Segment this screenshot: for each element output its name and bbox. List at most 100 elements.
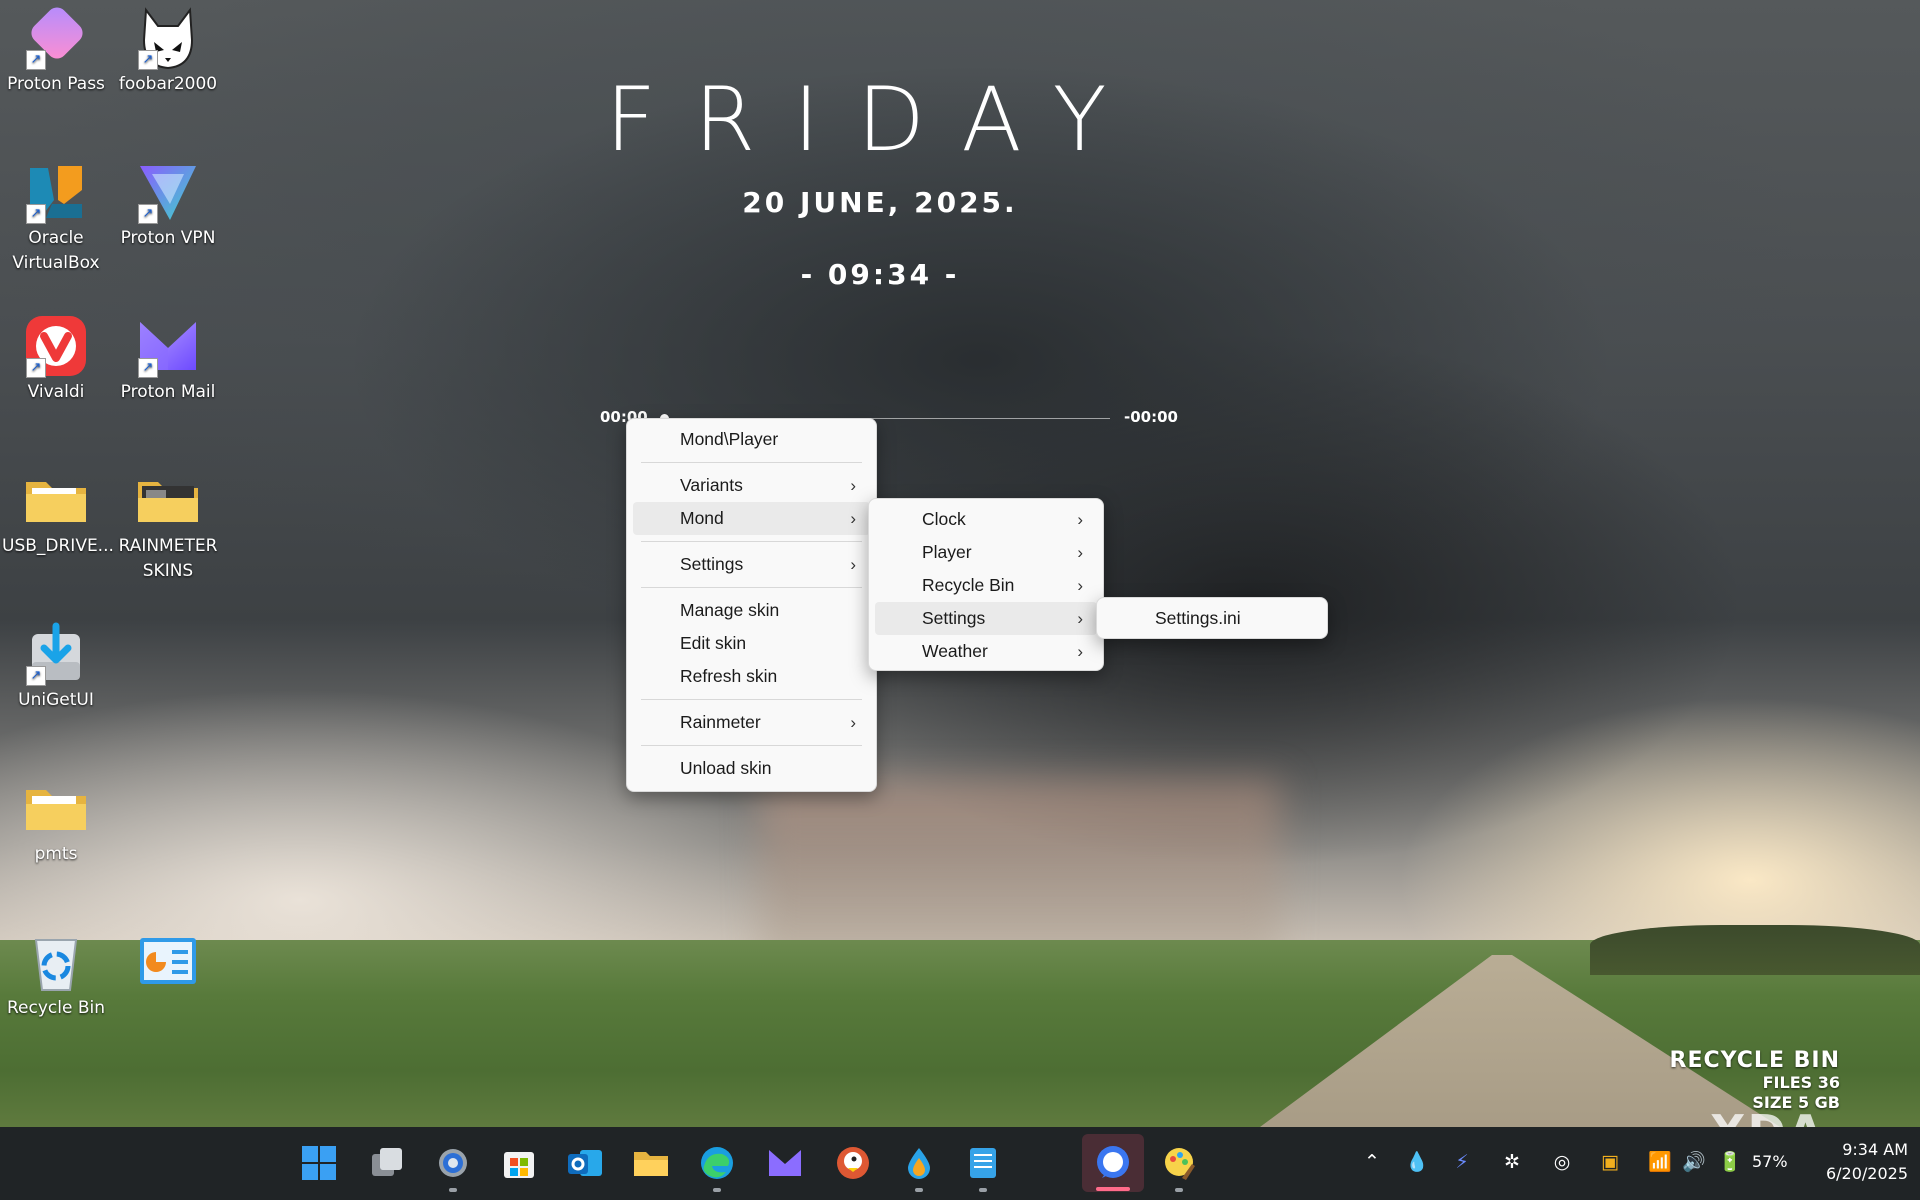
menu-separator <box>641 541 862 542</box>
proton-mail-icon[interactable] <box>766 1144 804 1182</box>
menu-item-edit-skin[interactable]: Edit skin <box>633 627 870 660</box>
virtualbox-icon: ↗ <box>24 160 88 224</box>
edge-icon[interactable] <box>698 1144 736 1182</box>
menu-item-settings[interactable]: Settings › <box>633 548 870 581</box>
menu-item-label: Manage skin <box>680 600 780 620</box>
shortcut-arrow-icon: ↗ <box>138 50 158 70</box>
menu-item-unload-skin[interactable]: Unload skin <box>633 752 870 785</box>
menu-item-weather[interactable]: Weather › <box>875 635 1097 668</box>
desktop-icon-vivaldi[interactable]: ↗ Vivaldi <box>2 308 110 405</box>
running-indicator <box>915 1188 923 1192</box>
chevron-up-icon[interactable]: ⌃ <box>1360 1150 1384 1174</box>
foobar2000-icon: ↗ <box>136 6 200 70</box>
desktop-icon-label: Proton Pass <box>7 74 105 94</box>
desktop-icon-virtualbox[interactable]: ↗ Oracle VirtualBox <box>2 154 110 276</box>
running-indicator <box>979 1188 987 1192</box>
file-explorer-icon[interactable] <box>632 1144 670 1182</box>
desktop-icon-label: Recycle Bin <box>6 998 105 1018</box>
desktop-icon-pmts[interactable]: pmts <box>2 770 110 867</box>
store-icon[interactable] <box>500 1144 538 1182</box>
drop-tray-icon[interactable]: 💧 <box>1405 1150 1429 1174</box>
recycle-bin-widget[interactable]: RECYCLE BIN FILES 36 SIZE 5 GB <box>1660 1048 1840 1113</box>
wifi-icon[interactable]: 📶 <box>1648 1150 1672 1174</box>
settings-icon[interactable] <box>434 1144 472 1182</box>
menu-item-manage-skin[interactable]: Manage skin <box>633 594 870 627</box>
menu-item-variants[interactable]: Variants › <box>633 469 870 502</box>
desktop-icon-label: Proton Mail <box>120 382 216 402</box>
running-indicator <box>449 1188 457 1192</box>
desktop-icon-rainmeter-skins[interactable]: RAINMETER SKINS <box>114 462 222 584</box>
menu-item-mond-settings[interactable]: Settings › <box>875 602 1097 635</box>
battery-percentage: 57% <box>1752 1152 1788 1171</box>
recycle-bin-icon <box>24 930 88 994</box>
desktop-icon-proton-vpn[interactable]: ↗ Proton VPN <box>114 154 222 251</box>
menu-item-skin-title[interactable]: Mond\Player <box>633 423 870 456</box>
proton-vpn-icon: ↗ <box>136 160 200 224</box>
proton-pass-icon: ↗ <box>24 6 88 70</box>
chevron-right-icon: › <box>1077 642 1083 661</box>
control-panel-icon <box>136 930 200 994</box>
widget-day: FRIDAY <box>605 68 1145 171</box>
drop-icon[interactable] <box>900 1144 938 1182</box>
taskbar-clock-time[interactable]: 9:34 AM <box>1808 1140 1908 1159</box>
lightning-tray-icon[interactable]: ⚡ <box>1450 1150 1474 1174</box>
start-icon[interactable] <box>300 1144 338 1182</box>
menu-item-refresh-skin[interactable]: Refresh skin <box>633 660 870 693</box>
menu-item-label: Settings <box>922 608 986 628</box>
desktop-icon-label: Vivaldi <box>27 382 85 402</box>
proton-vpn-tray-icon[interactable]: ◎ <box>1550 1150 1574 1174</box>
menu-item-label: Edit skin <box>680 633 747 653</box>
desktop-icon-label: pmts <box>34 844 78 864</box>
chevron-right-icon: › <box>850 476 856 495</box>
battery-icon[interactable]: 🔋 <box>1718 1150 1742 1174</box>
shortcut-arrow-icon: ↗ <box>26 50 46 70</box>
desktop-icon-unigetui[interactable]: ↗ UniGetUI <box>2 616 110 713</box>
task-view-icon[interactable] <box>368 1144 406 1182</box>
menu-item-label: Unload skin <box>680 758 772 778</box>
menu-item-label: Player <box>922 542 972 562</box>
folder-icon <box>24 776 88 840</box>
menu-item-label: Refresh skin <box>680 666 778 686</box>
vivaldi-icon: ↗ <box>24 314 88 378</box>
outlook-icon[interactable] <box>566 1144 604 1182</box>
rainmeter-tray-icon[interactable]: ▣ <box>1598 1150 1622 1174</box>
paint-icon[interactable] <box>1160 1144 1198 1182</box>
signal-taskbar-button[interactable] <box>1082 1134 1144 1192</box>
menu-item-recycle-bin[interactable]: Recycle Bin › <box>875 569 1097 602</box>
folder-icon <box>136 468 200 532</box>
menu-item-mond[interactable]: Mond › <box>633 502 870 535</box>
widget-date: 20 JUNE, 2025. <box>742 186 1018 219</box>
recycle-widget-files: FILES 36 <box>1762 1073 1840 1092</box>
desktop-icon-proton-mail[interactable]: ↗ Proton Mail <box>114 308 222 405</box>
desktop-icon-label: RAINMETER SKINS <box>118 536 218 581</box>
desktop-icon-proton-pass[interactable]: ↗ Proton Pass <box>2 0 110 97</box>
desktop-icon-recycle-bin[interactable]: Recycle Bin <box>2 924 110 1021</box>
shortcut-arrow-icon: ↗ <box>26 666 46 686</box>
desktop-icon-usb-drive[interactable]: USB_DRIVE... <box>2 462 114 559</box>
desktop-icon-label: USB_DRIVE... <box>2 536 114 556</box>
folder-icon <box>24 468 88 532</box>
notepad-icon[interactable] <box>964 1144 1002 1182</box>
running-indicator <box>713 1188 721 1192</box>
shortcut-arrow-icon: ↗ <box>26 358 46 378</box>
chevron-right-icon: › <box>850 509 856 528</box>
taskbar-clock-date[interactable]: 6/20/2025 <box>1808 1164 1908 1183</box>
volume-icon[interactable]: 🔊 <box>1682 1150 1706 1174</box>
menu-item-clock[interactable]: Clock › <box>875 503 1097 536</box>
menu-separator <box>641 699 862 700</box>
menu-item-player[interactable]: Player › <box>875 536 1097 569</box>
recycle-widget-title: RECYCLE BIN <box>1669 1048 1840 1073</box>
menu-item-label: Clock <box>922 509 966 529</box>
unigetui-icon: ↗ <box>24 622 88 686</box>
menu-item-settings-ini[interactable]: Settings.ini <box>1103 602 1321 634</box>
menu-item-rainmeter[interactable]: Rainmeter › <box>633 706 870 739</box>
menu-item-label: Variants <box>680 475 743 495</box>
menu-item-label: Mond <box>680 508 724 528</box>
context-menu-main: Mond\Player Variants › Mond › Settings › Ma… <box>626 418 877 792</box>
desktop-icon-foobar2000[interactable]: ↗ foobar2000 <box>114 0 222 97</box>
desktop-icon-label: Proton VPN <box>120 228 216 248</box>
duckduckgo-icon[interactable] <box>834 1144 872 1182</box>
desktop-icon-label: UniGetUI <box>18 690 94 710</box>
desktop-icon-control-panel[interactable] <box>114 924 222 996</box>
slack-tray-icon[interactable]: ✲ <box>1500 1150 1524 1174</box>
